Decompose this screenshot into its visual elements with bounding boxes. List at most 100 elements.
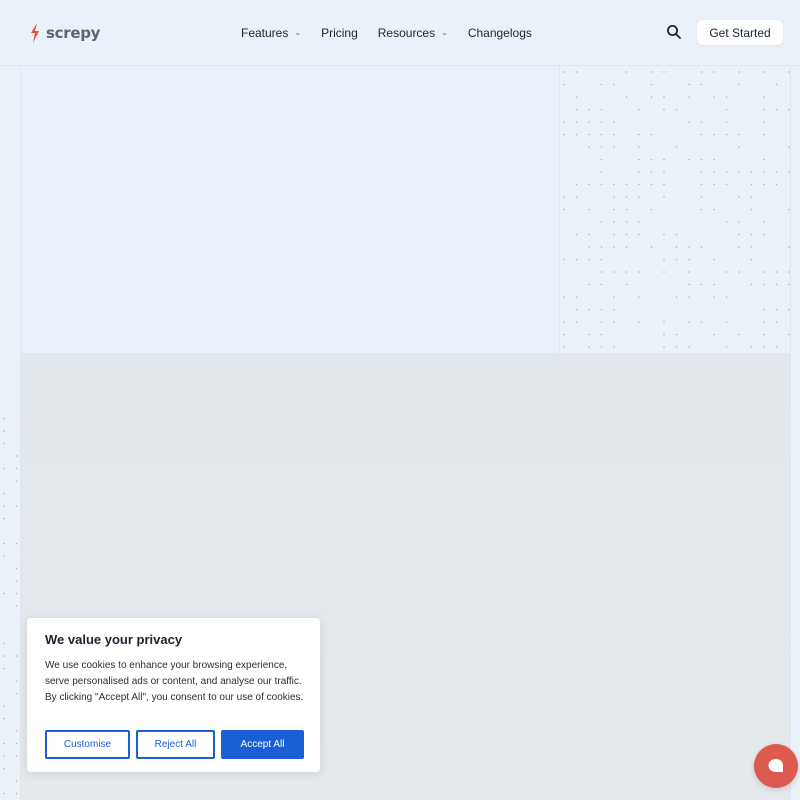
reject-all-button[interactable]: Reject All [136,730,215,759]
decor-dot [788,246,790,248]
decor-dot [750,196,753,198]
decor-dot [563,296,565,298]
decor-dot [575,308,578,311]
decor-dot [750,233,753,236]
decor-dot [775,346,778,348]
brand-logo[interactable]: screpy [28,21,100,45]
decor-dot [638,146,640,148]
decor-dot [713,171,715,173]
decor-dot [713,208,715,211]
decor-dot [600,321,603,323]
decor-dot [3,792,5,795]
search-icon[interactable] [666,24,682,40]
decor-dot [563,208,565,211]
decor-dot [688,321,690,323]
decor-dot [600,271,603,273]
decor-dot [638,271,640,273]
decor-dot [675,333,678,336]
decor-dot [688,271,690,273]
decor-dot [763,221,765,223]
hero-dots-panel [560,66,791,354]
decor-dot [788,208,790,211]
decor-dot [675,108,678,111]
decor-dot [613,121,615,123]
decor-dot [3,517,5,520]
decor-dot [650,171,653,173]
decor-dot [700,171,703,173]
decor-dot [763,308,765,311]
decor-dot [650,246,653,248]
decor-dot [738,196,740,198]
decor-dot [588,208,590,211]
decor-dot [713,133,715,136]
decor-dot [588,146,590,148]
decor-dot [625,246,628,248]
decor-dot [600,283,603,286]
decor-dot [700,283,703,286]
decor-dot [3,542,5,545]
chat-launcher-button[interactable] [754,744,798,788]
decor-dot [638,221,640,223]
decor-dot [3,417,5,420]
decor-dot [663,96,665,98]
decor-dot [738,246,740,248]
decor-dot [15,655,18,657]
decor-dot [713,183,715,186]
decor-dot [563,133,565,136]
decor-dot [15,792,18,795]
decor-dot [675,246,678,248]
decor-dot [750,283,753,286]
decor-dot [725,346,728,348]
decor-dot [763,158,765,161]
decor-dot [713,333,715,336]
decor-dot [588,258,590,261]
decor-dot [725,108,728,111]
nav-item-features[interactable]: Features ⌄ [241,24,301,42]
decor-dot [688,158,690,161]
nav-item-changelogs[interactable]: Changelogs [468,24,532,42]
customise-button[interactable]: Customise [45,730,130,759]
decor-dot [763,233,765,236]
get-started-button[interactable]: Get Started [697,20,783,45]
decor-dot [575,133,578,136]
decor-dot [775,108,778,111]
decor-dot [625,271,628,273]
decor-dot [613,196,615,198]
decor-dot [3,655,5,657]
decor-dot [3,442,5,445]
decor-dot [788,71,790,73]
decor-dot [750,258,753,261]
decor-dot [700,321,703,323]
decor-dot [688,96,690,98]
decor-dot [738,83,740,86]
decor-dot [638,108,640,111]
decor-dot [575,71,578,73]
decor-dot [588,108,590,111]
decor-dot [613,296,615,298]
decor-dot [725,321,728,323]
decor-dot [725,296,728,298]
site-header: screpy Features ⌄ Pricing Resources ⌄ Ch… [0,0,800,66]
decor-dot [663,183,665,186]
decor-dot [3,667,5,670]
decor-dot [775,283,778,286]
nav-item-label: Pricing [321,26,358,40]
decor-dot [588,246,590,248]
nav-item-pricing[interactable]: Pricing [321,24,358,42]
decor-dot [3,592,5,595]
decor-dot [3,767,5,770]
nav-item-resources[interactable]: Resources ⌄ [378,24,448,42]
decor-dot [575,96,578,98]
decor-dot [763,271,765,273]
decor-dot [725,221,728,223]
decor-dot [15,505,18,507]
decor-dot [15,592,18,595]
decor-dot [738,333,740,336]
decor-dot [600,133,603,136]
decor-dot [713,96,715,98]
decor-dot [650,71,653,73]
accept-all-button[interactable]: Accept All [221,730,304,759]
chat-bubble-icon [768,759,783,772]
decor-dot [575,233,578,236]
decor-dot [625,96,628,98]
